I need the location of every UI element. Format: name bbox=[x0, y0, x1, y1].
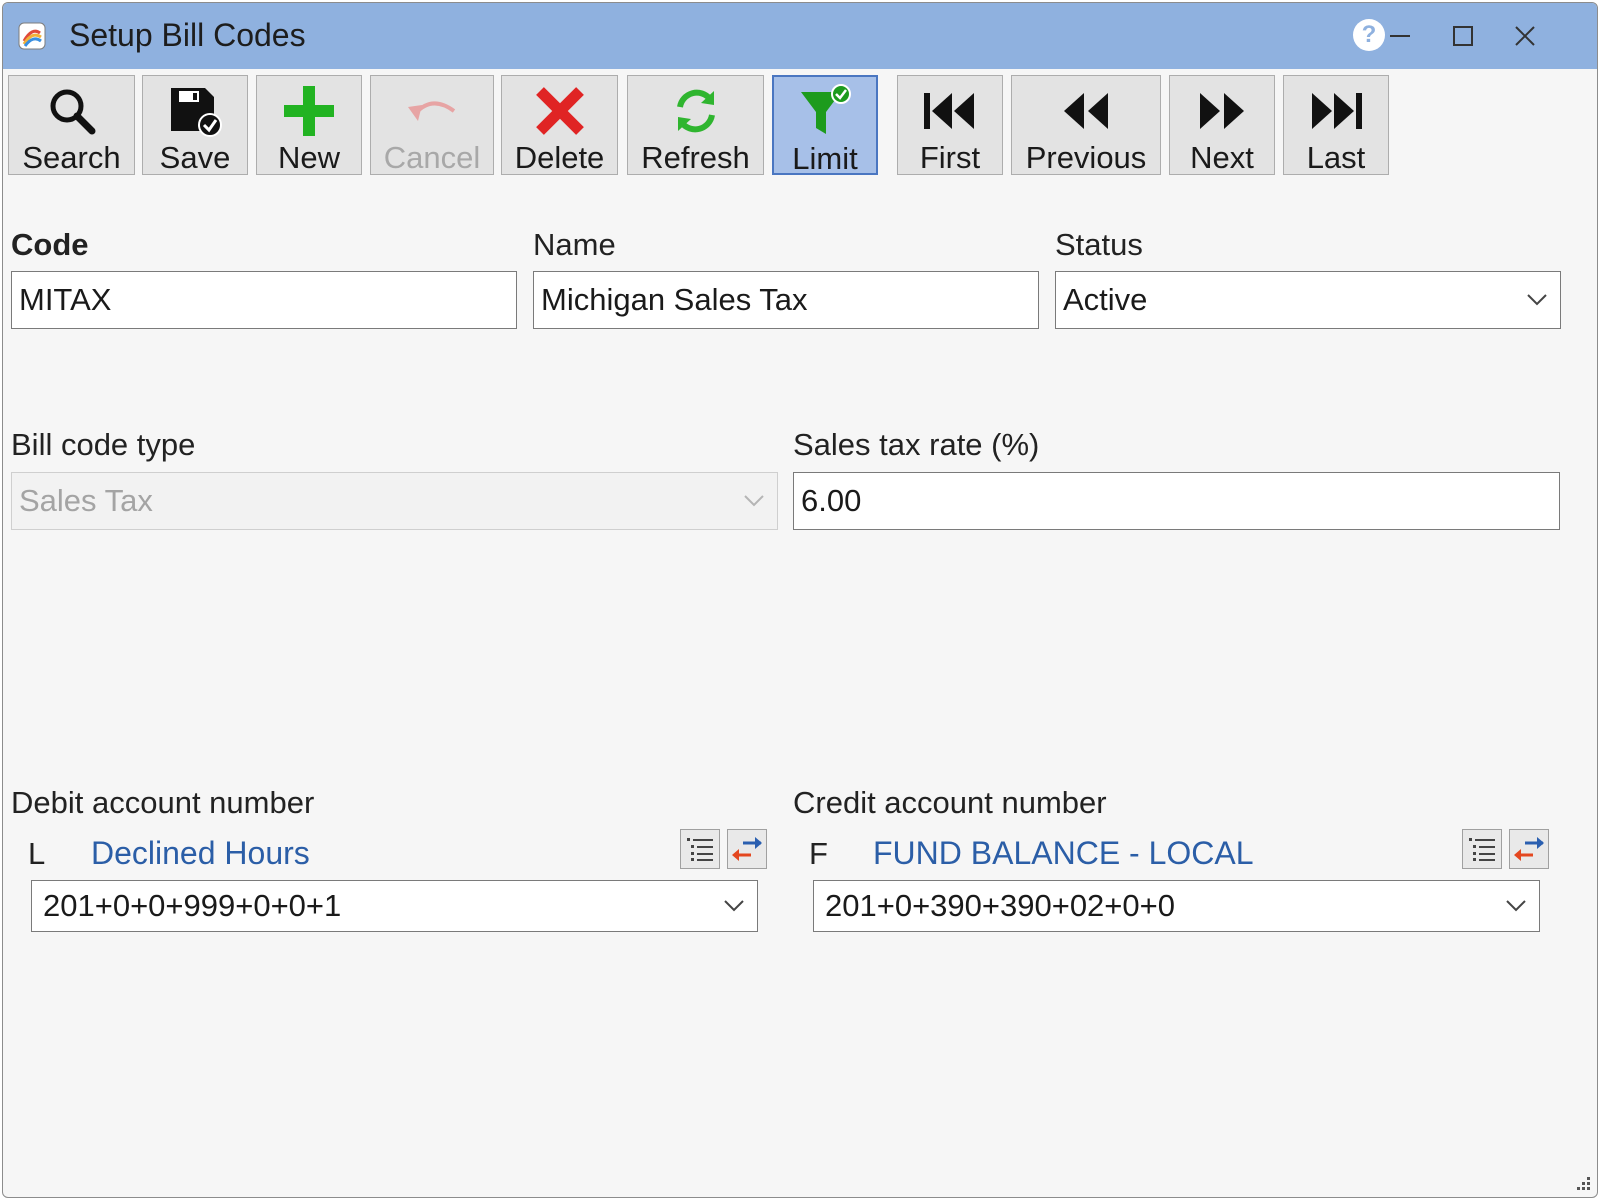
refresh-icon bbox=[676, 89, 715, 133]
code-input[interactable]: MITAX bbox=[11, 271, 517, 329]
next-record-icon bbox=[1200, 93, 1244, 129]
cancel-button-label: Cancel bbox=[383, 140, 481, 175]
first-button-label: First bbox=[919, 140, 981, 175]
last-button-label: Last bbox=[1306, 140, 1366, 175]
close-icon[interactable] bbox=[1501, 13, 1549, 59]
chevron-down-icon bbox=[744, 495, 764, 507]
maximize-icon[interactable] bbox=[1439, 13, 1487, 59]
credit-account-label: Credit account number bbox=[793, 785, 1107, 820]
setup-bill-codes-window: Setup Bill Codes ? Search Save New Cance… bbox=[2, 2, 1598, 1198]
bill-code-type-value: Sales Tax bbox=[19, 483, 153, 518]
next-button-label: Next bbox=[1190, 140, 1254, 175]
previous-button[interactable]: Previous bbox=[1011, 75, 1161, 175]
first-button[interactable]: First bbox=[897, 75, 1003, 175]
credit-account-description[interactable]: FUND BALANCE - LOCAL bbox=[873, 835, 1254, 872]
sales-tax-rate-label: Sales tax rate (%) bbox=[793, 427, 1040, 462]
save-button[interactable]: Save bbox=[142, 75, 248, 175]
minimize-icon[interactable] bbox=[1376, 13, 1424, 59]
limit-button-label: Limit bbox=[792, 141, 858, 176]
next-button[interactable]: Next bbox=[1169, 75, 1275, 175]
cancel-button[interactable]: Cancel bbox=[370, 75, 494, 175]
last-button[interactable]: Last bbox=[1283, 75, 1389, 175]
search-button[interactable]: Search bbox=[8, 75, 135, 175]
new-button[interactable]: New bbox=[256, 75, 362, 175]
save-button-label: Save bbox=[159, 140, 231, 175]
window-title: Setup Bill Codes bbox=[69, 17, 306, 53]
new-button-label: New bbox=[277, 140, 340, 175]
resize-grip-icon[interactable] bbox=[1573, 1173, 1591, 1191]
sales-tax-rate-input[interactable]: 6.00 bbox=[793, 472, 1560, 530]
search-button-label: Search bbox=[22, 140, 121, 175]
chevron-down-icon bbox=[724, 900, 744, 912]
undo-icon bbox=[408, 101, 456, 121]
name-label: Name bbox=[533, 227, 616, 262]
swap-arrows-icon bbox=[1514, 837, 1544, 861]
toolbar: Search Save New Cancel Delete Refresh Li… bbox=[3, 69, 1597, 179]
title-bar: Setup Bill Codes ? bbox=[3, 3, 1597, 69]
delete-x-icon bbox=[535, 87, 584, 135]
debit-account-value: 201+0+0+999+0+0+1 bbox=[43, 888, 342, 923]
filter-icon bbox=[801, 84, 851, 134]
chevron-down-icon bbox=[1527, 294, 1547, 306]
refresh-button[interactable]: Refresh bbox=[627, 75, 764, 175]
first-record-icon bbox=[924, 93, 974, 129]
debit-swap-button[interactable] bbox=[727, 829, 767, 869]
list-icon bbox=[687, 838, 713, 861]
search-icon bbox=[50, 89, 95, 135]
previous-button-label: Previous bbox=[1025, 140, 1147, 175]
credit-account-select[interactable]: 201+0+390+390+02+0+0 bbox=[813, 880, 1540, 932]
debit-account-description[interactable]: Declined Hours bbox=[91, 835, 310, 872]
bill-code-type-select: Sales Tax bbox=[11, 472, 778, 530]
credit-lookup-button[interactable] bbox=[1462, 829, 1502, 869]
bill-code-type-label: Bill code type bbox=[11, 427, 196, 462]
status-select[interactable]: Active bbox=[1055, 271, 1561, 329]
chevron-down-icon bbox=[1506, 900, 1526, 912]
previous-record-icon bbox=[1064, 93, 1108, 129]
plus-icon bbox=[284, 86, 334, 136]
credit-account-prefix: F bbox=[809, 836, 828, 871]
credit-account-value: 201+0+390+390+02+0+0 bbox=[825, 888, 1175, 923]
debit-account-prefix: L bbox=[28, 836, 46, 871]
debit-lookup-button[interactable] bbox=[680, 829, 720, 869]
delete-button-label: Delete bbox=[514, 140, 605, 175]
list-icon bbox=[1469, 838, 1495, 861]
status-select-value: Active bbox=[1063, 282, 1148, 317]
app-icon bbox=[18, 22, 46, 50]
save-icon bbox=[171, 88, 222, 137]
debit-account-select[interactable]: 201+0+0+999+0+0+1 bbox=[31, 880, 758, 932]
name-input[interactable]: Michigan Sales Tax bbox=[533, 271, 1039, 329]
credit-swap-button[interactable] bbox=[1509, 829, 1549, 869]
debit-account-label: Debit account number bbox=[11, 785, 315, 820]
limit-button[interactable]: Limit bbox=[772, 75, 878, 176]
status-label: Status bbox=[1055, 227, 1143, 262]
delete-button[interactable]: Delete bbox=[501, 75, 618, 175]
swap-arrows-icon bbox=[732, 837, 762, 861]
last-record-icon bbox=[1312, 93, 1362, 129]
refresh-button-label: Refresh bbox=[641, 140, 750, 175]
code-label: Code bbox=[11, 227, 89, 262]
